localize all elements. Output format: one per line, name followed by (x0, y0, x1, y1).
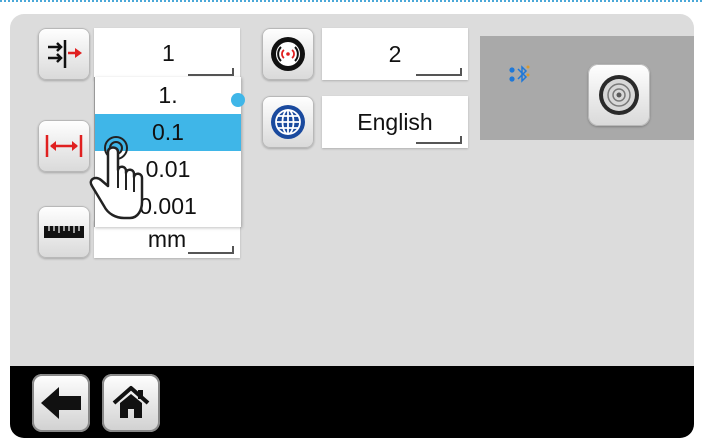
back-arrow-icon[interactable] (32, 374, 90, 432)
language-value: English (357, 108, 433, 135)
resolution-option[interactable]: 1. (95, 77, 241, 114)
sensor-value: 2 (388, 40, 402, 67)
disc-icon[interactable] (588, 64, 650, 126)
globe-icon[interactable] (262, 96, 314, 148)
top-border (0, 0, 702, 2)
wireless-sensor-icon[interactable] (262, 28, 314, 80)
direction-current-digit: 1 (162, 40, 175, 66)
bluetooth-panel (480, 36, 694, 140)
hand-pointer-icon (68, 126, 144, 226)
language-value-field[interactable]: English (322, 96, 468, 148)
sensor-value-field[interactable]: 2 (322, 28, 468, 80)
direction-arrows-icon[interactable] (38, 28, 90, 80)
dropdown-scroll-handle[interactable] (231, 93, 245, 107)
bottom-nav-bar (10, 366, 694, 438)
device-screen: 1 mm 1. 0.1 0.01 0.001 2 English (10, 14, 694, 438)
home-icon[interactable] (102, 374, 160, 432)
bluetooth-icon (508, 64, 532, 91)
unit-value: mm (147, 225, 187, 252)
